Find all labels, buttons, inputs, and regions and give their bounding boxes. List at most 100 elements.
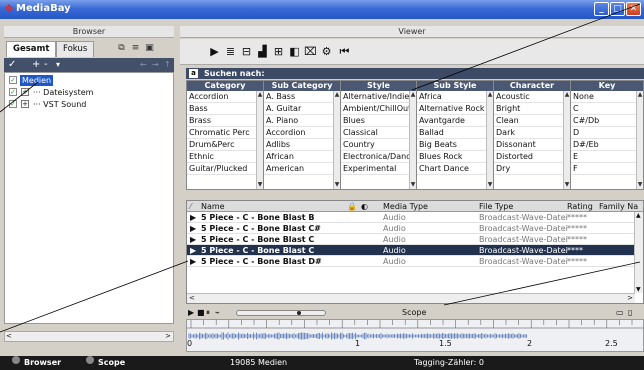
filter-item[interactable]: Experimental [341, 163, 416, 175]
filter-item[interactable]: D [571, 127, 643, 139]
filter-item[interactable]: Alternative/Indie [341, 91, 416, 103]
sort-icon[interactable]: ⁄ [190, 202, 191, 211]
filter-item[interactable]: C#/Db [571, 115, 643, 127]
window-icon[interactable]: ⌧ [304, 45, 317, 58]
bars-icon[interactable]: ▟ [256, 45, 269, 58]
filter-item[interactable]: Dry [494, 163, 570, 175]
filter-item[interactable]: American [264, 163, 340, 175]
search-icon[interactable]: a [189, 69, 198, 78]
results-scrollbar[interactable]: ▲ ▼ [634, 212, 643, 293]
filter-item[interactable]: Adlibs [264, 139, 340, 151]
title-bar[interactable]: ❖ MediaBay _ □ ✕ [0, 0, 644, 19]
tree-item-medien[interactable]: ✓ Medien [9, 75, 169, 86]
filter-item[interactable]: Bass [187, 103, 263, 115]
scroll-left-icon[interactable]: < [189, 294, 195, 302]
stop-icon[interactable]: ■ [197, 308, 205, 317]
filter-item[interactable]: A. Piano [264, 115, 340, 127]
filter-item[interactable]: Brass [187, 115, 263, 127]
forward-button[interactable]: → [152, 59, 159, 70]
save-icon[interactable]: ◧ [288, 45, 301, 58]
slider-handle[interactable] [297, 311, 301, 315]
expand-icon[interactable]: + [21, 100, 29, 108]
add-button[interactable]: + [32, 59, 40, 70]
expand-icon[interactable]: + [21, 88, 29, 96]
play-icon[interactable]: ▶ [190, 256, 196, 267]
filter-item[interactable]: Blues Rock [417, 151, 493, 163]
fit-icon[interactable]: ▯ [628, 308, 632, 317]
filter-item[interactable]: Alternative Rock [417, 103, 493, 115]
loop-icon[interactable]: ⌁ [215, 308, 220, 317]
filter-item[interactable]: African [264, 151, 340, 163]
filter-scrollbar[interactable]: ▲ ▼ [409, 91, 416, 189]
scroll-down-icon[interactable]: ▼ [636, 286, 641, 293]
browser-toggle[interactable]: Browser [24, 356, 61, 370]
scroll-left-icon[interactable]: < [6, 332, 12, 340]
filter-item[interactable]: Electronica/Danc [341, 151, 416, 163]
filter-item[interactable]: Accordion [187, 91, 263, 103]
browser-toggle-icon[interactable] [12, 356, 20, 364]
browser-scrollbar[interactable]: < > [4, 331, 174, 342]
zoom-icon[interactable]: ▭ [616, 308, 624, 317]
result-rating[interactable]: ***** [567, 256, 587, 267]
play-icon[interactable]: ▶ [190, 223, 196, 234]
filter-item[interactable]: Chart Dance [417, 163, 493, 175]
filter-item[interactable]: Guitar/Plucked [187, 163, 263, 175]
minimize-button[interactable]: _ [594, 2, 609, 16]
filter-scrollbar[interactable]: ▲ ▼ [486, 91, 493, 189]
up-button[interactable]: ↑ [164, 59, 171, 70]
back-button[interactable]: ← [140, 59, 147, 70]
filter-item[interactable]: Distorted [494, 151, 570, 163]
scroll-right-icon[interactable]: > [165, 332, 171, 340]
table-row[interactable]: ▶ 5 Piece - C - Bone Blast C# Audio Broa… [187, 223, 643, 234]
column-header-media-type[interactable]: Media Type [383, 202, 428, 211]
tree-item-vst-sound[interactable]: ✓ + ··· VST Sound [9, 99, 169, 110]
filter-item[interactable]: Acoustic [494, 91, 570, 103]
volume-slider[interactable] [236, 310, 326, 316]
filter-scrollbar[interactable]: ▲ ▼ [563, 91, 570, 189]
tab-fokus[interactable]: Fokus [56, 41, 95, 57]
filter-item[interactable]: Dissonant [494, 139, 570, 151]
remove-button[interactable]: - [44, 59, 48, 70]
maximize-button[interactable]: □ [610, 2, 625, 16]
close-button[interactable]: ✕ [626, 2, 641, 16]
table-row[interactable]: ▶ 5 Piece - C - Bone Blast D# Audio Broa… [187, 256, 643, 267]
play-icon[interactable]: ▶ [190, 245, 196, 256]
filter-item[interactable]: Africa [417, 91, 493, 103]
filter-item[interactable]: F [571, 163, 643, 175]
menu-button[interactable]: ▾ [56, 59, 60, 70]
speaker-icon[interactable]: ◐ [361, 202, 368, 211]
filter-item[interactable]: Dark [494, 127, 570, 139]
pause-icon[interactable]: ⏸ [206, 308, 210, 318]
filter-item[interactable]: Country [341, 139, 416, 151]
lock-icon[interactable]: 🔒 [347, 202, 357, 211]
table-row-selected[interactable]: ▶ 5 Piece - C - Bone Blast C Audio Broad… [187, 245, 643, 256]
filter-scrollbar[interactable]: ▲ ▼ [256, 91, 263, 189]
checkmark-icon[interactable]: ✓ [8, 59, 16, 70]
play-icon[interactable]: ▶ [190, 212, 196, 223]
filter-item[interactable]: Big Beats [417, 139, 493, 151]
scope-toggle-icon[interactable] [86, 356, 94, 364]
result-rating[interactable]: **** [567, 245, 583, 256]
play-icon[interactable]: ▶ [190, 234, 196, 245]
filter-item[interactable]: None [571, 91, 643, 103]
filter-item[interactable]: Avantgarde [417, 115, 493, 127]
play-icon[interactable]: ▶ [208, 45, 221, 58]
checkbox-vst-sound[interactable]: ✓ [9, 100, 17, 108]
filter-item[interactable]: Clean [494, 115, 570, 127]
filter-item[interactable]: Classical [341, 127, 416, 139]
filter-icon[interactable]: ≣ [224, 45, 237, 58]
settings-icon[interactable]: ⚙ [320, 45, 333, 58]
scroll-up-icon[interactable]: ▲ [636, 212, 641, 219]
column-header-file-type[interactable]: File Type [479, 202, 513, 211]
filter-item[interactable]: C [571, 103, 643, 115]
filter-item[interactable]: Blues [341, 115, 416, 127]
filter-item[interactable]: D#/Eb [571, 139, 643, 151]
folder-add-icon[interactable]: ▣ [144, 43, 155, 53]
tree-item-dateisystem[interactable]: ✓ + ··· Dateisystem [9, 87, 169, 98]
result-rating[interactable]: ***** [567, 234, 587, 245]
scroll-right-icon[interactable]: > [627, 294, 633, 302]
filter-item[interactable]: A. Guitar [264, 103, 340, 115]
filter-item[interactable]: Ethnic [187, 151, 263, 163]
play-icon[interactable]: ▶ [188, 308, 194, 317]
filter-item[interactable]: A. Bass [264, 91, 340, 103]
